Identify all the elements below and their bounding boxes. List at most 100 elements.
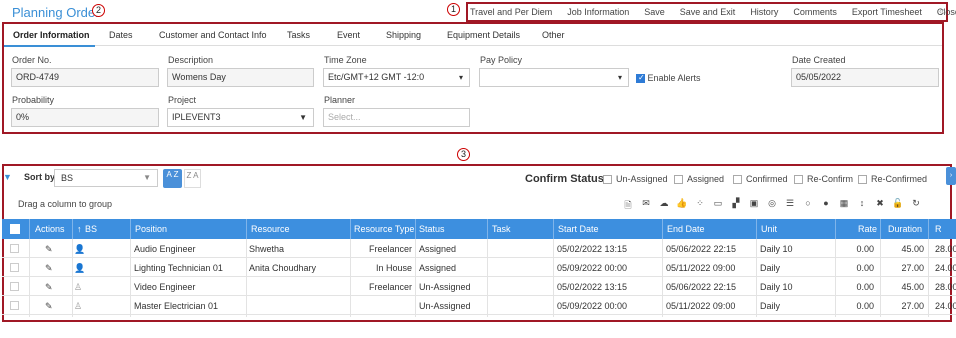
target-icon[interactable]: ◎ [763, 198, 781, 214]
cloud-icon[interactable]: ☁ [655, 198, 673, 214]
description-field[interactable]: Womens Day [167, 68, 314, 87]
status-label: Assigned [687, 174, 725, 184]
expand-panel-button[interactable]: › [946, 167, 956, 185]
checkbox[interactable] [794, 175, 803, 185]
card-icon[interactable]: ▭ [709, 198, 727, 214]
chart-icon[interactable]: ↕ [853, 198, 871, 214]
status-confirmed[interactable]: Confirmed [733, 174, 788, 185]
cell-resource-type: Freelancer [368, 244, 412, 254]
row-checkbox[interactable] [10, 244, 19, 253]
col-unit[interactable]: Unit [761, 224, 777, 234]
tab-customer-contact[interactable]: Customer and Contact Info [159, 30, 267, 40]
tab-shipping[interactable]: Shipping [386, 30, 421, 40]
contact-icon[interactable]: ▣ [745, 198, 763, 214]
project-select[interactable]: IPLEVENT3 ▼ [167, 108, 314, 127]
cell-end-date: 05/11/2022 09:00 [666, 263, 736, 273]
planner-select[interactable]: Select... [323, 108, 470, 127]
cell-rate: 0.00 [856, 244, 874, 254]
filter-icon[interactable]: ▼ [3, 172, 12, 182]
edit-icon[interactable]: ✎ [45, 301, 53, 312]
probability-field[interactable]: 0% [11, 108, 159, 127]
close-icon[interactable]: ✖ [871, 198, 889, 214]
checkbox[interactable] [603, 175, 612, 185]
table-row[interactable]: ✎ 👤 Lighting Technician 01 Anita Choudha… [2, 259, 956, 277]
col-rate[interactable]: Rate [858, 224, 877, 234]
sort-by-label: Sort by [24, 172, 56, 182]
tab-tasks[interactable]: Tasks [287, 30, 310, 40]
tab-equipment-details[interactable]: Equipment Details [447, 30, 520, 40]
row-checkbox[interactable] [10, 282, 19, 291]
cell-end-date: 05/06/2022 22:15 [666, 244, 737, 254]
grid-icon[interactable]: ⁘ [691, 198, 709, 214]
nav-export-timesheet[interactable]: Export Timesheet [852, 7, 922, 17]
col-r[interactable]: R [935, 224, 942, 234]
cell-end-date: 05/11/2022 09:00 [666, 301, 736, 311]
row-checkbox[interactable] [10, 263, 19, 272]
row-checkbox[interactable] [10, 301, 19, 310]
enable-alerts-checkbox[interactable] [636, 73, 645, 84]
status-assigned[interactable]: Assigned [674, 174, 725, 185]
status-unassigned[interactable]: Un-Assigned [603, 174, 668, 185]
status-re-confirm[interactable]: Re-Confirm [794, 174, 853, 185]
cell-duration: 27.00 [901, 263, 924, 273]
sort-descending-button[interactable]: Z A [184, 169, 201, 188]
list-icon[interactable]: ☰ [781, 198, 799, 214]
col-resource-type[interactable]: Resource Type [354, 224, 414, 234]
planner-label: Planner [324, 95, 356, 105]
sort-ascending-button[interactable]: A Z [163, 169, 182, 188]
collapse-icon[interactable]: « [939, 6, 945, 17]
confirm-status-title: Confirm Status [525, 173, 604, 185]
tab-other[interactable]: Other [542, 30, 565, 40]
tab-event[interactable]: Event [337, 30, 360, 40]
unlock-icon[interactable]: 🔓 [889, 198, 907, 214]
order-no-field[interactable]: ORD-4749 [11, 68, 159, 87]
pay-policy-select[interactable]: ▾ [479, 68, 629, 87]
checkbox[interactable] [674, 175, 683, 185]
cell-duration: 45.00 [901, 282, 924, 292]
nav-travel-per-diem[interactable]: Travel and Per Diem [470, 7, 552, 17]
time-zone-select[interactable]: Etc/GMT+12 GMT -12:0 ▾ [323, 68, 470, 87]
col-status[interactable]: Status [419, 224, 445, 234]
checkbox[interactable] [858, 175, 867, 185]
nav-save-and-exit[interactable]: Save and Exit [680, 7, 736, 17]
reload-icon[interactable]: ↻ [907, 198, 925, 214]
checkbox[interactable] [733, 175, 742, 185]
nav-job-information[interactable]: Job Information [567, 7, 629, 17]
status-re-confirmed[interactable]: Re-Confirmed [858, 174, 927, 185]
tab-order-information[interactable]: Order Information [13, 30, 90, 40]
nav-save[interactable]: Save [644, 7, 665, 17]
cell-r: 24.00 [935, 263, 956, 273]
col-resource[interactable]: Resource [251, 224, 290, 234]
col-duration[interactable]: Duration [888, 224, 922, 234]
refresh-circle-icon[interactable]: ○ [799, 198, 817, 214]
file-icon[interactable]: 🗎 [619, 198, 637, 214]
col-position[interactable]: Position [135, 224, 167, 234]
nav-comments[interactable]: Comments [793, 7, 837, 17]
edit-icon[interactable]: ✎ [45, 282, 53, 293]
cell-duration: 27.00 [901, 301, 924, 311]
col-start-date[interactable]: Start Date [558, 224, 599, 234]
edit-icon[interactable]: ✎ [45, 263, 53, 274]
table-row[interactable]: ✎ ♙ Master Electrician 01 Un-Assigned 05… [2, 297, 956, 315]
cell-unit: Daily 10 [760, 244, 793, 254]
thumb-icon[interactable]: 👍 [673, 198, 691, 214]
enable-alerts[interactable]: Enable Alerts [636, 73, 701, 84]
mail-icon[interactable]: ✉ [637, 198, 655, 214]
edit-icon[interactable]: ✎ [45, 244, 53, 255]
nav-history[interactable]: History [750, 7, 778, 17]
calendar-icon[interactable]: ▦ [835, 198, 853, 214]
select-all-checkbox[interactable] [10, 224, 20, 234]
tab-dates[interactable]: Dates [109, 30, 133, 40]
col-end-date[interactable]: End Date [667, 224, 705, 234]
col-actions[interactable]: Actions [35, 224, 65, 234]
table-row[interactable]: ✎ ♙ Video Engineer Freelancer Un-Assigne… [2, 278, 956, 296]
group-drop-hint: Drag a column to group [18, 199, 113, 209]
person-icon[interactable]: ● [817, 198, 835, 214]
table-row[interactable]: ✎ 👤 Audio Engineer Shwetha Freelancer As… [2, 240, 956, 258]
col-task[interactable]: Task [492, 224, 511, 234]
sort-by-select[interactable]: BS ▼ [54, 169, 158, 187]
enable-alerts-label: Enable Alerts [647, 73, 701, 83]
truck-icon[interactable]: ▞ [727, 198, 745, 214]
date-created-field[interactable]: 05/05/2022 [791, 68, 939, 87]
col-bs[interactable]: BS [85, 224, 97, 234]
